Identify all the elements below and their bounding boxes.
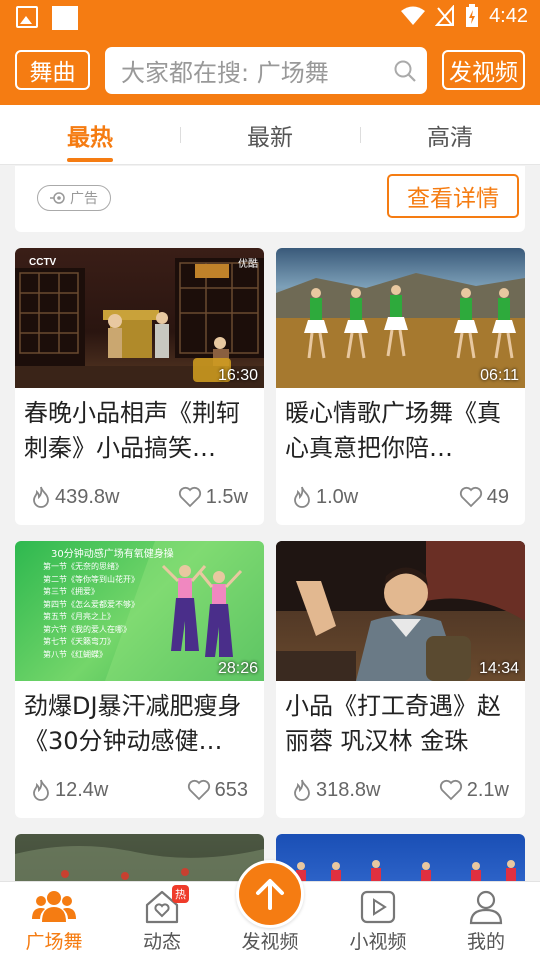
nav-square-dance[interactable]: 广场舞: [0, 882, 108, 960]
thumb-playlist-line: 第二节《等你等到山花开》: [43, 574, 139, 584]
heart-icon: [459, 486, 482, 508]
video-card[interactable]: CCTV 优酷 16:30 春晚小品相声《荆轲刺秦》小品搞笑… 439.8w 1…: [15, 248, 264, 525]
nav-profile[interactable]: 我的: [432, 882, 540, 960]
likes-stat[interactable]: 49: [459, 486, 509, 509]
video-title[interactable]: 小品《打工奇遇》赵丽蓉 巩汉林 金珠: [276, 681, 525, 767]
status-bar: 4:42: [0, 0, 540, 36]
thumb-playlist-line: 第四节《怎么爱都爱不够》: [43, 599, 139, 609]
wifi-icon: [401, 6, 426, 25]
views-stat: 439.8w: [31, 485, 120, 509]
nav-short-video[interactable]: 小视频: [324, 882, 432, 960]
tab-hd[interactable]: 高清: [360, 105, 540, 164]
status-time: 4:42: [489, 4, 528, 27]
video-title[interactable]: 春晚小品相声《荆轲刺秦》小品搞笑…: [15, 388, 264, 474]
search-icon[interactable]: [393, 59, 417, 83]
nav-label: 动态: [142, 931, 181, 953]
likes-stat[interactable]: 2.1w: [439, 779, 509, 802]
thumb-playlist-line: 第八节《红蝴蝶》: [43, 649, 107, 659]
flame-icon: [294, 486, 310, 508]
user-icon: [469, 890, 503, 925]
likes-count: 49: [486, 485, 509, 508]
gallery-notification-icon: [16, 6, 38, 28]
views-count: 1.0w: [316, 485, 359, 508]
tab-divider: [360, 127, 361, 143]
views-stat: 1.0w: [292, 485, 358, 509]
thumb-playlist-line: 第三节《拥爱》: [43, 587, 99, 596]
app-header: 舞曲 大家都在搜: 广场舞 发视频: [0, 36, 540, 105]
video-duration: 06:11: [480, 367, 519, 384]
upload-video-button[interactable]: 发视频: [442, 50, 525, 90]
search-placeholder: 大家都在搜: 广场舞: [121, 59, 329, 87]
likes-count: 653: [214, 778, 248, 801]
view-details-button[interactable]: 查看详情: [387, 174, 519, 218]
video-stats: 12.4w 653: [15, 762, 264, 818]
video-stats: 318.8w 2.1w: [276, 762, 525, 818]
battery-charging-icon: [466, 4, 479, 27]
status-indicators: 4:42: [401, 4, 528, 28]
video-thumbnail[interactable]: 06:11: [276, 248, 525, 388]
thumb-playlist-line: 第一节《无奈的思绪》: [43, 562, 123, 571]
tab-hottest[interactable]: 最热: [0, 105, 180, 164]
video-title[interactable]: 暖心情歌广场舞《真心真意把你陪…: [276, 388, 525, 474]
thumb-heading: 30分钟动感广场有氧健身操: [51, 549, 174, 560]
video-card[interactable]: 30分钟动感广场有氧健身操 第一节《无奈的思绪》 第二节《等你等到山花开》 第三…: [15, 541, 264, 818]
nav-label: 广场舞: [25, 931, 83, 953]
video-stats: 439.8w 1.5w: [15, 469, 264, 525]
nav-label: 我的: [466, 931, 505, 953]
thumb-playlist-line: 第六节《我的爱人在哪》: [43, 624, 131, 634]
thumb-playlist: 第一节《无奈的思绪》 第二节《等你等到山花开》 第三节《拥爱》 第四节《怎么爱都…: [43, 561, 139, 661]
video-duration: 28:26: [217, 660, 258, 677]
views-count: 439.8w: [55, 485, 120, 508]
likes-stat[interactable]: 653: [187, 779, 248, 802]
cctv-logo: CCTV: [29, 257, 57, 268]
nav-label: 发视频: [241, 931, 299, 953]
upload-arrow-icon: [256, 879, 284, 910]
flame-icon: [294, 779, 310, 801]
tab-newest[interactable]: 最新: [180, 105, 360, 164]
video-thumbnail[interactable]: 30分钟动感广场有氧健身操 第一节《无奈的思绪》 第二节《等你等到山花开》 第三…: [15, 541, 264, 681]
ad-banner: 广告 查看详情: [15, 166, 525, 232]
ad-tag: 广告: [37, 185, 111, 211]
views-stat: 318.8w: [292, 778, 381, 802]
ad-tag-label: 广告: [70, 191, 98, 207]
dance-music-button[interactable]: 舞曲: [15, 50, 90, 90]
video-thumbnail[interactable]: CCTV 优酷 16:30: [15, 248, 264, 388]
video-duration: 14:34: [478, 660, 519, 677]
play-square-icon: [360, 890, 396, 924]
youku-watermark: 优酷: [238, 259, 258, 270]
heart-icon: [439, 779, 462, 801]
views-stat: 12.4w: [31, 778, 108, 802]
likes-stat[interactable]: 1.5w: [178, 486, 248, 509]
search-bar[interactable]: 大家都在搜: 广场舞: [105, 47, 427, 94]
flame-icon: [33, 779, 49, 801]
heart-icon: [187, 779, 210, 801]
video-duration: 16:30: [217, 367, 258, 384]
flame-icon: [33, 486, 49, 508]
no-signal-icon: [435, 5, 455, 26]
category-tabs: 最热 最新 高清: [0, 105, 540, 165]
hot-badge: 热: [172, 885, 189, 903]
video-thumbnail[interactable]: 14:34: [276, 541, 525, 681]
nav-label: 小视频: [349, 931, 407, 953]
likes-count: 1.5w: [205, 485, 248, 508]
likes-count: 2.1w: [466, 778, 509, 801]
video-title[interactable]: 劲爆DJ暴汗减肥瘦身《30分钟动感健…: [15, 681, 264, 767]
thumb-playlist-line: 第七节《天籁弯刀》: [43, 637, 115, 646]
nav-feed[interactable]: 热 动态: [108, 882, 216, 960]
thumb-playlist-line: 第五节《月亮之上》: [43, 612, 115, 621]
video-stats: 1.0w 49: [276, 469, 525, 525]
views-count: 12.4w: [55, 778, 109, 801]
video-card[interactable]: 14:34 小品《打工奇遇》赵丽蓉 巩汉林 金珠 318.8w 2.1w: [276, 541, 525, 818]
status-notifications: [16, 6, 78, 30]
tab-divider: [180, 127, 181, 143]
ad-target-icon: [50, 192, 65, 204]
app-notification-icon: [52, 6, 78, 30]
heart-icon: [178, 486, 201, 508]
upload-fab-button[interactable]: [236, 860, 304, 928]
views-count: 318.8w: [316, 778, 381, 801]
people-icon: [32, 891, 76, 922]
video-card[interactable]: 06:11 暖心情歌广场舞《真心真意把你陪… 1.0w 49: [276, 248, 525, 525]
